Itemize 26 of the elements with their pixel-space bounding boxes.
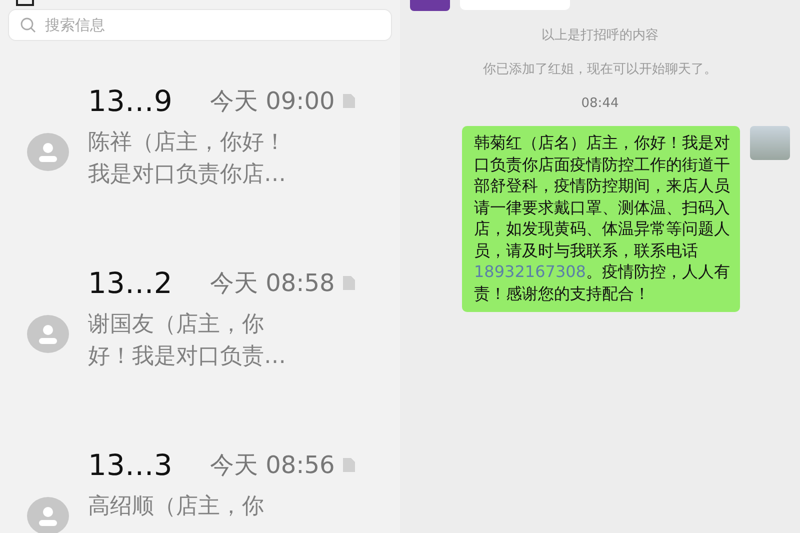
message-preview: 陈祥（店主，你好！: [88, 129, 286, 157]
message-time: 今天 08:58: [210, 268, 335, 299]
message-preview: 高绍顺（店主，你: [88, 493, 264, 521]
contact-avatar: [410, 0, 450, 11]
message-preview: 我是对口负责你店…: [88, 161, 286, 189]
system-notice: 以上是打招呼的内容: [540, 27, 660, 45]
message-bubble: 韩菊红（店名）店主，你好！我是对口负责你店面疫情防控工作的街道干部舒登科，疫情防控期间，来店人员请一律要求戴口罩、测体温、扫码入店，如发现黄码、体温异常等问题人员，请及时与我联系，联系电话 18932167308。疫情防控，人人有责！感谢您的支持配合！: [462, 126, 740, 312]
sender-number: 13…3: [88, 448, 174, 482]
chat-time: 08:44: [580, 95, 620, 113]
sender-number: 13…9: [88, 84, 174, 118]
message-preview: 好！我是对口负责…: [88, 343, 286, 371]
search-icon: [20, 17, 36, 33]
sender-number: 13…2: [88, 266, 174, 300]
message-time: 今天 09:00: [210, 86, 335, 117]
person-icon: [37, 142, 59, 162]
system-notice: 你已添加了红姐，现在可以开始聊天了。: [482, 61, 718, 79]
sim-card-icon: [342, 276, 355, 290]
phone-link[interactable]: 18932167308: [474, 262, 586, 281]
sim-card-icon: [342, 458, 355, 472]
search-field[interactable]: 搜索信息: [8, 9, 392, 41]
person-icon: [37, 506, 59, 526]
photo-placeholder: [750, 126, 790, 160]
sim-card-icon: [342, 94, 355, 108]
message-preview: 谢国友（店主，你: [88, 311, 264, 339]
person-icon: [37, 324, 59, 344]
message-time: 今天 08:56: [210, 450, 335, 481]
